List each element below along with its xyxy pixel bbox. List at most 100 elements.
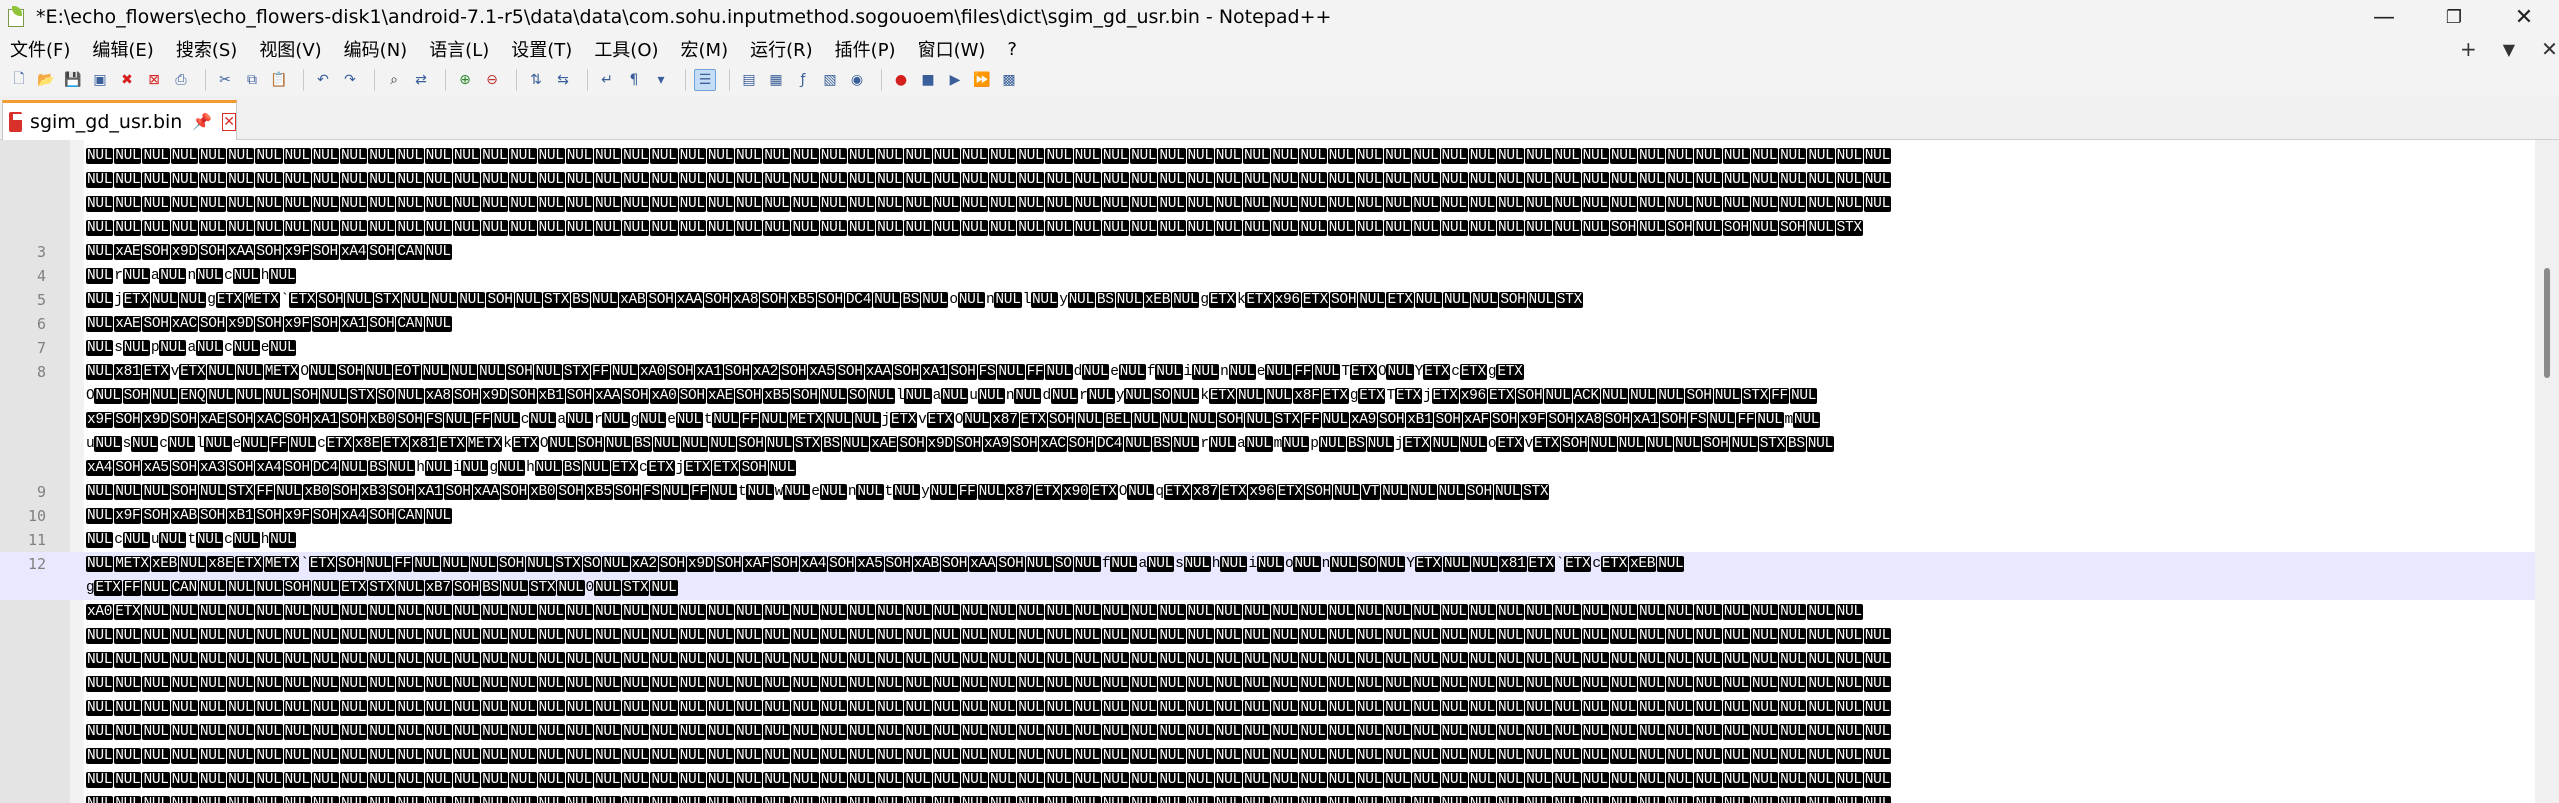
editor-line[interactable]: 7 NUL sNUL pNUL aNUL cNUL eNUL: [0, 336, 2535, 360]
zoom-in-icon[interactable]: ⊕: [454, 69, 476, 91]
line-content[interactable]: NULNULNULNULNULNULNULNULNULNULNULNULNULN…: [86, 673, 1892, 695]
line-content[interactable]: NUL NUL NUL SOH NUL STX FF NUL xB0 SOH xB3 SOH xA1 SO…: [86, 481, 1550, 503]
editor-line[interactable]: 10 NUL x9F SOH xAB SOH xB1 SOH x9F SOH xA4 SOH CAN NU…: [0, 504, 2535, 528]
editor-line[interactable]: NULNULNULNULNULNULNULNULNULNULNULNULNULN…: [0, 648, 2535, 672]
replace-icon[interactable]: ⇄: [410, 69, 432, 91]
doc-map-icon[interactable]: ▦: [765, 69, 787, 91]
save-all-icon[interactable]: ▣: [89, 69, 111, 91]
editor-line[interactable]: uNUL sNUL cNUL lNUL eNUL FF NUL cETX x8E ETX x81 ET…: [0, 432, 2535, 456]
cut-icon[interactable]: ✂: [214, 69, 236, 91]
line-content[interactable]: NULNULNULNULNULNULNULNULNULNULNULNULNULN…: [86, 169, 1892, 191]
redo-icon[interactable]: ↷: [339, 69, 361, 91]
editor-line[interactable]: 5 NUL jETX NUL NUL gETX METX `ETX SOH NUL STX NUL NU…: [0, 288, 2535, 312]
editor-line[interactable]: x9F SOH x9D SOH xAE SOH xAC SOH xA1 SOH xB0 SOH FS NU…: [0, 408, 2535, 432]
line-content[interactable]: NUL jETX NUL NUL gETX METX `ETX SOH NUL STX NUL NUL…: [86, 289, 1584, 311]
indent-guide-icon[interactable]: ☰: [694, 69, 716, 91]
menu-item[interactable]: 编辑(E): [92, 36, 153, 62]
editor-line[interactable]: NULNULNULNULNULNULNULNULNULNULNULNULNULN…: [0, 168, 2535, 192]
line-content[interactable]: NUL METX xEB NUL x8E ETX METX `ETX SOH NUL FF NUL NU…: [86, 553, 1685, 575]
line-content[interactable]: uNUL sNUL cNUL lNUL eNUL FF NUL cETX x8E ETX x81 ET…: [86, 433, 1835, 455]
pin-icon[interactable]: 📌: [192, 112, 212, 131]
paste-icon[interactable]: 📋: [268, 69, 290, 91]
editor-line[interactable]: NULNULNULNULNULNULNULNULNULNULNULNULNULN…: [0, 696, 2535, 720]
vertical-scrollbar[interactable]: [2535, 140, 2559, 803]
line-content[interactable]: xA4 SOH xA5 SOH xA3 SOH xA4 SOH DC4 NUL BS NUL hNUL i…: [86, 457, 797, 479]
menu-item[interactable]: 窗口(W): [918, 36, 986, 62]
editor-line[interactable]: 11 NUL cNUL uNUL tNUL cNUL hNUL: [0, 528, 2535, 552]
editor-line[interactable]: NULNULNULNULNULNULNULNULNULNULNULNULNULN…: [0, 192, 2535, 216]
maximize-button[interactable]: ❐: [2419, 0, 2489, 34]
record-macro-icon[interactable]: ●: [890, 69, 912, 91]
minimize-button[interactable]: —: [2349, 0, 2419, 34]
save-icon[interactable]: 💾: [62, 69, 84, 91]
editor-area[interactable]: NUL NUL NUL NUL NUL NUL NUL NUL NUL NUL NUL NUL NUL N…: [0, 140, 2559, 803]
folder-workspace-icon[interactable]: ▧: [819, 69, 841, 91]
close-icon[interactable]: ✖: [116, 69, 138, 91]
menu-item[interactable]: 语言(L): [429, 36, 489, 62]
line-content[interactable]: NULNULNULNULNULNULNULNULNULNULNULNULNULN…: [86, 145, 1892, 167]
editor-line[interactable]: NULNULNULNULNULNULNULNULNULNULNULNULNULN…: [0, 672, 2535, 696]
sync-v-icon[interactable]: ⇅: [525, 69, 547, 91]
editor-line[interactable]: gETX FF NUL CAN NUL NUL NUL SOH NUL ETX STX NUL xB7 S…: [0, 576, 2535, 600]
menu-item[interactable]: 插件(P): [835, 36, 896, 62]
text-lines[interactable]: NUL NUL NUL NUL NUL NUL NUL NUL NUL NUL NUL NUL NUL N…: [0, 140, 2535, 803]
menu-item[interactable]: 搜索(S): [176, 36, 237, 62]
find-icon[interactable]: ⌕: [383, 69, 405, 91]
line-content[interactable]: NULNULNULNULNULNULNULNULNULNULNULNULNULN…: [86, 649, 1892, 671]
line-content[interactable]: NULNULNULNULNULNULNULNULNULNULNULNULNULN…: [86, 793, 1892, 803]
scrollbar-thumb[interactable]: [2544, 268, 2550, 378]
show-all-chars-icon[interactable]: ¶: [623, 69, 645, 91]
editor-line[interactable]: xA4 SOH xA5 SOH xA3 SOH xA4 SOH DC4 NUL BS NUL hNUL i…: [0, 456, 2535, 480]
stop-macro-icon[interactable]: ■: [917, 69, 939, 91]
menu-item[interactable]: 运行(R): [750, 36, 813, 62]
editor-line[interactable]: NULNULNULNULNULNULNULNULNULNULNULNULNULN…: [0, 216, 2535, 240]
line-content[interactable]: NUL sNUL pNUL aNUL cNUL eNUL: [86, 337, 297, 359]
line-content[interactable]: NUL x9F SOH xAB SOH xB1 SOH x9F SOH xA4 SOH CAN NUL: [86, 505, 453, 527]
tab-sgim-gd-usr[interactable]: sgim_gd_usr.bin 📌 ✕: [2, 100, 237, 140]
line-content[interactable]: NUL x81 ETX vETX NUL NUL METX ONUL SOH NUL EOT NUL N…: [86, 361, 1525, 383]
new-tab-button[interactable]: +: [2460, 37, 2477, 61]
dropdown-icon[interactable]: ▾: [650, 69, 672, 91]
line-content[interactable]: gETX FF NUL CAN NUL NUL NUL SOH NUL ETX STX NUL xB7 S…: [86, 577, 679, 599]
editor-line[interactable]: 8 NUL x81 ETX vETX NUL NUL METX ONUL SOH NUL EOT NUL…: [0, 360, 2535, 384]
line-content[interactable]: NULNULNULNULNULNULNULNULNULNULNULNULNULN…: [86, 769, 1892, 791]
line-content[interactable]: NUL xAE SOH xAC SOH x9D SOH x9F SOH xA1 SOH CAN NUL: [86, 313, 453, 335]
line-content[interactable]: NUL xAE SOH x9D SOH xAA SOH x9F SOH xA4 SOH CAN NUL: [86, 241, 453, 263]
editor-line[interactable]: 9 NUL NUL NUL SOH NUL STX FF NUL xB0 SOH xB3 SOH xA1 S…: [0, 480, 2535, 504]
func-list-icon[interactable]: ƒ: [792, 69, 814, 91]
sync-h-icon[interactable]: ⇆: [552, 69, 574, 91]
line-content[interactable]: NULNULNULNULNULNULNULNULNULNULNULNULNULN…: [86, 697, 1892, 719]
menu-item[interactable]: 宏(M): [681, 36, 729, 62]
line-content[interactable]: NULNULNULNULNULNULNULNULNULNULNULNULNULN…: [86, 721, 1892, 743]
close-all-icon[interactable]: ⊠: [143, 69, 165, 91]
zoom-out-icon[interactable]: ⊖: [481, 69, 503, 91]
editor-line[interactable]: NULNULNULNULNULNULNULNULNULNULNULNULNULN…: [0, 624, 2535, 648]
close-tab-menu-button[interactable]: ✕: [2541, 37, 2558, 61]
new-file-icon[interactable]: 🗋: [8, 69, 30, 91]
line-content[interactable]: NULNULNULNULNULNULNULNULNULNULNULNULNULN…: [86, 745, 1892, 767]
menu-item[interactable]: 工具(O): [594, 36, 658, 62]
menu-item[interactable]: 设置(T): [511, 36, 572, 62]
menu-item[interactable]: 视图(V): [259, 36, 321, 62]
menu-item[interactable]: ?: [1007, 39, 1017, 60]
tab-list-dropdown-button[interactable]: ▼: [2503, 40, 2515, 59]
play-macro-icon[interactable]: ▶: [944, 69, 966, 91]
line-content[interactable]: xA0 ETX NUL NUL NUL NUL NUL NUL NUL NUL NUL NUL NUL N…: [86, 601, 1864, 623]
tab-close-icon[interactable]: ✕: [222, 112, 236, 131]
copy-icon[interactable]: ⧉: [241, 69, 263, 91]
line-content[interactable]: NUL cNUL uNUL tNUL cNUL hNUL: [86, 529, 297, 551]
editor-line[interactable]: NULNULNULNULNULNULNULNULNULNULNULNULNULN…: [0, 744, 2535, 768]
monitor-icon[interactable]: ◉: [846, 69, 868, 91]
word-wrap-icon[interactable]: ↵: [596, 69, 618, 91]
line-content[interactable]: x9F SOH x9D SOH xAE SOH xAC SOH xA1 SOH xB0 SOH FS NU…: [86, 409, 1821, 431]
user-lang-icon[interactable]: ▤: [738, 69, 760, 91]
run-macro-multiple-icon[interactable]: ⏩: [971, 69, 993, 91]
open-file-icon[interactable]: 📂: [35, 69, 57, 91]
close-window-button[interactable]: ✕: [2489, 0, 2559, 34]
editor-line[interactable]: ONUL SOH NUL ENQ NUL NUL NUL SOH NUL STX SO NUL xA8 S…: [0, 384, 2535, 408]
editor-line[interactable]: 3 NUL xAE SOH x9D SOH xAA SOH x9F SOH xA4 SOH CAN NUL: [0, 240, 2535, 264]
undo-icon[interactable]: ↶: [312, 69, 334, 91]
line-content[interactable]: NULNULNULNULNULNULNULNULNULNULNULNULNULN…: [86, 193, 1892, 215]
line-content[interactable]: NUL rNUL aNUL nNUL cNUL hNUL: [86, 265, 297, 287]
print-icon[interactable]: ⎙: [170, 69, 192, 91]
